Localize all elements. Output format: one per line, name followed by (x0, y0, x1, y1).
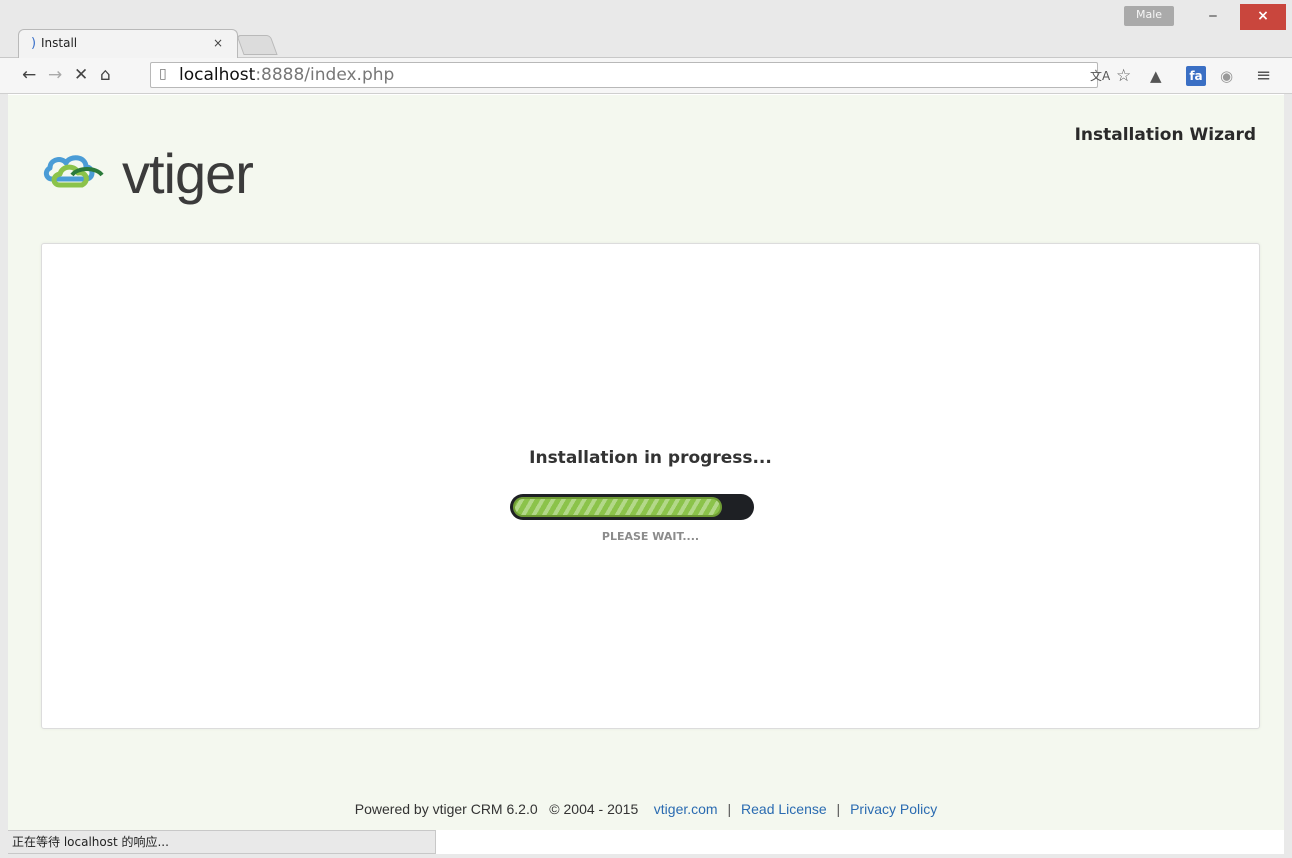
powered-by-text: Powered by vtiger CRM 6.2.0 (354, 801, 538, 817)
privacy-policy-link[interactable]: Privacy Policy (850, 801, 937, 817)
tab-install[interactable]: ) Install × (18, 29, 238, 59)
globe-extension-icon[interactable]: ◉ (1220, 66, 1233, 86)
page-title: Installation Wizard (1074, 125, 1256, 145)
vtiger-site-link[interactable]: vtiger.com (654, 801, 718, 817)
status-bar: 正在等待 localhost 的响应... (8, 830, 436, 854)
page-footer: Powered by vtiger CRM 6.2.0 © 2004 - 201… (8, 801, 1284, 817)
logo-text: vtiger (122, 142, 254, 205)
loading-spinner-icon: ) (31, 36, 37, 51)
address-bar[interactable]: ▯ localhost:8888/index.php (150, 62, 1098, 88)
home-icon[interactable]: ⌂ (100, 64, 111, 86)
vtiger-cloud-logo-icon (43, 155, 104, 188)
translate-icon[interactable]: 文A (1090, 66, 1110, 86)
footer-separator: | (836, 801, 841, 817)
url-text: localhost:8888/index.php (179, 65, 395, 85)
progress-bar (510, 494, 754, 520)
page-icon: ▯ (159, 66, 167, 82)
user-profile-badge[interactable]: Male (1124, 6, 1174, 26)
page-content: vtiger Installation Wizard Installation … (8, 95, 1284, 830)
browser-toolbar: ← → ✕ ⌂ ▯ localhost:8888/index.php 文A ☆ … (0, 58, 1292, 94)
progress-title: Installation in progress... (529, 448, 772, 468)
extension-icon[interactable]: ▲ (1150, 66, 1162, 86)
window-frame-left (0, 94, 8, 858)
progress-bar-fill (513, 497, 723, 517)
window-frame-bottom (0, 854, 1292, 858)
tab-close-icon[interactable]: × (213, 36, 223, 50)
forward-arrow-icon[interactable]: → (48, 64, 62, 86)
fa-extension-icon[interactable]: fa (1186, 66, 1206, 86)
copyright-text: © 2004 - 2015 (549, 801, 639, 817)
bookmark-star-icon[interactable]: ☆ (1116, 66, 1131, 86)
window-minimize-button[interactable]: ‒ (1196, 4, 1230, 30)
please-wait-text: PLEASE WAIT.... (601, 530, 700, 543)
read-license-link[interactable]: Read License (741, 801, 827, 817)
window-frame-right (1284, 94, 1292, 858)
new-tab-button[interactable] (236, 35, 278, 55)
stop-icon[interactable]: ✕ (74, 64, 88, 86)
menu-icon[interactable]: ≡ (1256, 66, 1271, 86)
tab-title: Install (41, 36, 78, 50)
browser-titlebar: ) Install × Male ‒ ☐ × (0, 0, 1292, 59)
back-arrow-icon[interactable]: ← (22, 64, 36, 86)
install-panel: Installation in progress... PLEASE WAIT.… (41, 243, 1260, 729)
window-close-button[interactable]: × (1240, 4, 1286, 30)
footer-separator: | (727, 801, 732, 817)
